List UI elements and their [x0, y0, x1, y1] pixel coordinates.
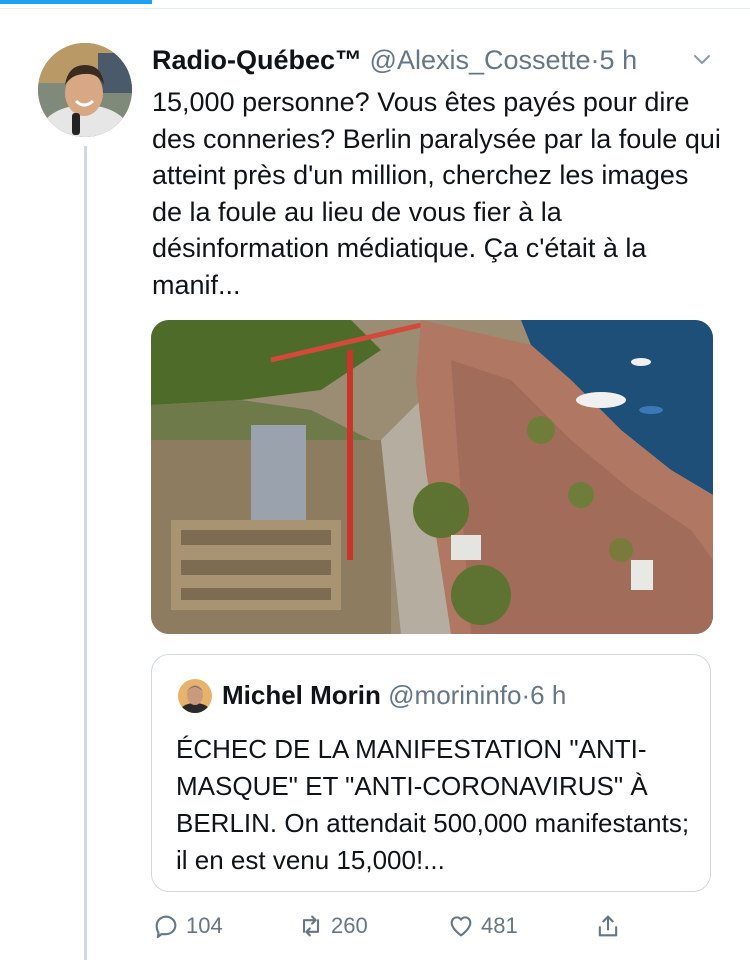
tweet-actions: 104 260 481 — [152, 906, 722, 946]
quoted-author-handle: @morininfo — [388, 680, 522, 710]
retweet-icon — [302, 915, 320, 937]
quoted-author-name: Michel Morin — [222, 680, 381, 710]
like-button[interactable]: 481 — [447, 906, 518, 946]
author-name[interactable]: Radio-Québec™ — [152, 45, 362, 75]
quoted-avatar-photo — [178, 679, 212, 713]
separator-dot: · — [590, 45, 600, 75]
chevron-down-icon[interactable] — [690, 48, 714, 72]
tweet-header: Radio-Québec™ @Alexis_Cossette·5 h — [152, 42, 732, 78]
quoted-timestamp: 6 h — [530, 680, 567, 710]
aerial-crowd-photo — [151, 320, 713, 634]
tweet-text: 15,000 personne? Vous êtes payés pour di… — [152, 87, 721, 300]
author-avatar[interactable] — [38, 43, 132, 137]
share-icon — [598, 915, 618, 937]
retweet-count: 260 — [331, 913, 368, 938]
retweet-button[interactable]: 260 — [297, 906, 368, 946]
thread-line — [84, 146, 87, 960]
reply-button[interactable]: 104 — [152, 906, 223, 946]
quoted-separator-dot: · — [521, 680, 531, 710]
like-count: 481 — [481, 913, 518, 938]
quoted-tweet-card[interactable]: Michel Morin @morininfo·6 h ÉCHEC DE LA … — [151, 654, 711, 892]
active-tab-indicator — [0, 0, 152, 4]
heart-icon — [450, 916, 472, 937]
author-handle[interactable]: @Alexis_Cossette — [370, 45, 591, 75]
quoted-tweet-text: ÉCHEC DE LA MANIFESTATION "ANTI-MASQUE" … — [176, 734, 690, 875]
quoted-author-avatar — [178, 679, 212, 713]
avatar-photo — [38, 43, 132, 137]
reply-count: 104 — [186, 913, 223, 938]
quoted-tweet-header: Michel Morin @morininfo·6 h — [222, 677, 566, 713]
tweet-timestamp[interactable]: 5 h — [600, 45, 638, 75]
share-button[interactable] — [594, 906, 628, 946]
tweet-photo[interactable] — [151, 320, 713, 634]
top-tab-bar — [0, 0, 750, 9]
reply-icon — [155, 915, 177, 939]
